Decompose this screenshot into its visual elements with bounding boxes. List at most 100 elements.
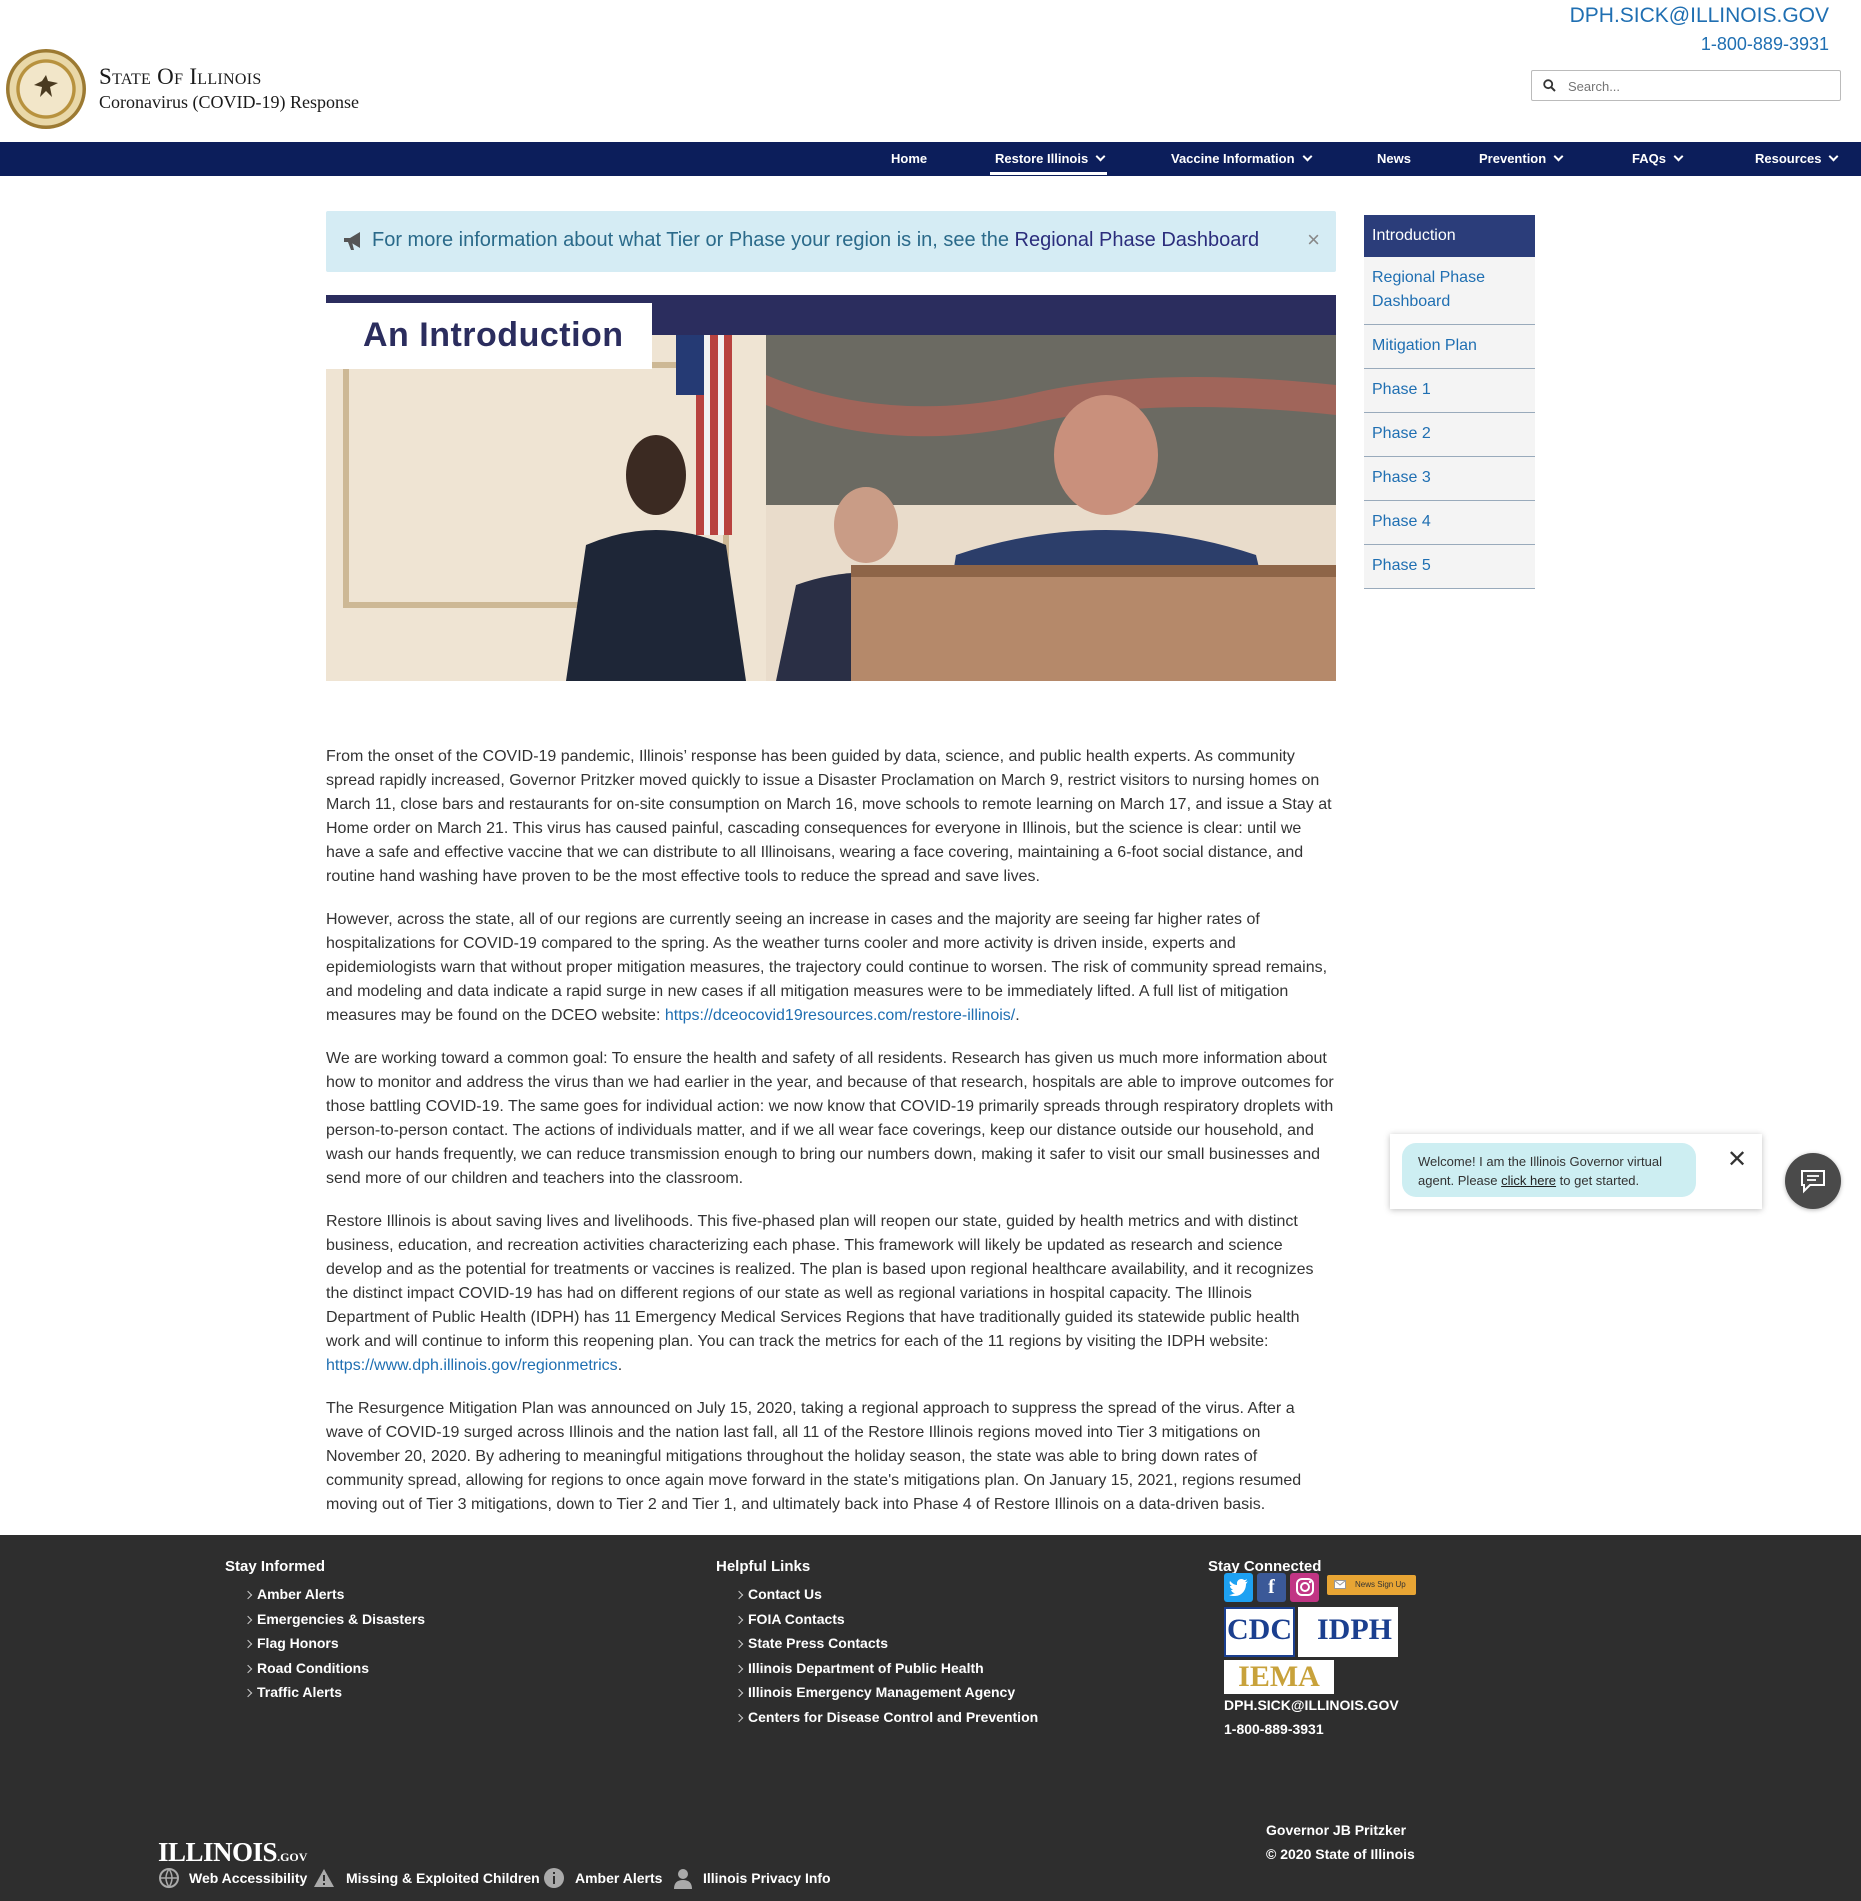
search-icon[interactable] [1543, 79, 1556, 92]
site-footer: Stay Informed Amber Alerts Emergencies &… [0, 1535, 1861, 1901]
nav-resources[interactable]: Resources [1755, 142, 1839, 176]
chevron-right-icon [243, 1689, 253, 1698]
sidebar-item-phase-2[interactable]: Phase 2 [1364, 413, 1535, 457]
chat-welcome-message: Welcome! I am the Illinois Governor virt… [1402, 1143, 1696, 1197]
footer-link-label: Centers for Disease Control and Preventi… [748, 1708, 1039, 1725]
virtual-agent-popup: Welcome! I am the Illinois Governor virt… [1390, 1134, 1762, 1209]
illinois-gov-logo[interactable]: ILLINOIS.GOV [158, 1837, 307, 1868]
contact-email-link[interactable]: DPH.SICK@ILLINOIS.GOV [1570, 4, 1829, 28]
press-conference-photo [326, 335, 1336, 681]
footer-link-road-conditions[interactable]: Road Conditions [243, 1656, 425, 1681]
governor-name: Governor JB Pritzker [1266, 1822, 1407, 1838]
bottom-amber-alerts-link[interactable]: Amber Alerts [575, 1870, 662, 1886]
user-icon [674, 1869, 692, 1889]
info-icon [544, 1868, 564, 1888]
search-input[interactable] [1568, 76, 1828, 96]
nav-vaccine-information[interactable]: Vaccine Information [1171, 142, 1312, 176]
chevron-right-icon [734, 1664, 744, 1674]
chat-click-here-link[interactable]: click here [1501, 1173, 1556, 1188]
idph-logo[interactable]: IDPH [1298, 1607, 1398, 1657]
footer-link-label: FOIA Contacts [748, 1610, 845, 1627]
nav-faqs-label: FAQs [1632, 151, 1666, 166]
instagram-icon[interactable] [1290, 1573, 1319, 1602]
footer-link-contact-us[interactable]: Contact Us [734, 1582, 1038, 1607]
contact-phone-link[interactable]: 1-800-889-3931 [1701, 34, 1829, 55]
illinois-gov-wordmark: ILLINOIS [158, 1837, 278, 1867]
footer-link-traffic-alerts[interactable]: Traffic Alerts [243, 1680, 425, 1705]
missing-children-link[interactable]: Missing & Exploited Children [346, 1870, 540, 1886]
footer-link-emergencies[interactable]: Emergencies & Disasters [243, 1607, 425, 1632]
nav-restore-illinois-label: Restore Illinois [995, 151, 1089, 166]
alert-text: For more information about what Tier or … [372, 229, 1259, 252]
nav-prevention[interactable]: Prevention [1479, 142, 1564, 176]
main-navigation: Home Restore Illinois Vaccine Informatio… [0, 142, 1861, 176]
chat-close-button[interactable]: ✕ [1727, 1148, 1747, 1172]
chevron-down-icon [1095, 151, 1106, 162]
news-signup-button[interactable]: News Sign Up [1327, 1575, 1416, 1595]
chevron-right-icon [243, 1639, 253, 1649]
footer-link-idph[interactable]: Illinois Department of Public Health [734, 1656, 1038, 1681]
paragraph-text: Restore Illinois is about saving lives a… [326, 1213, 1314, 1350]
paragraph-end: . [617, 1357, 623, 1374]
illinois-gov-suffix: .GOV [277, 1850, 308, 1864]
chevron-right-icon [734, 1615, 744, 1624]
sidebar-item-regional-phase-dashboard[interactable]: Regional Phase Dashboard [1364, 257, 1535, 325]
regional-phase-dashboard-link[interactable]: Regional Phase Dashboard [1015, 229, 1260, 251]
sidebar-item-phase-1[interactable]: Phase 1 [1364, 369, 1535, 413]
footer-link-label: Traffic Alerts [257, 1684, 343, 1701]
chat-launcher-button[interactable] [1785, 1153, 1841, 1209]
warning-icon [314, 1869, 334, 1887]
page-title: An Introduction [363, 316, 624, 354]
footer-link-foia-contacts[interactable]: FOIA Contacts [734, 1607, 1038, 1632]
nav-faqs[interactable]: FAQs [1632, 142, 1684, 176]
footer-link-label: Flag Honors [257, 1635, 339, 1652]
paragraph: The Resurgence Mitigation Plan was annou… [326, 1400, 1302, 1513]
privacy-info-link[interactable]: Illinois Privacy Info [703, 1870, 831, 1886]
site-subtitle: Coronavirus (COVID-19) Response [99, 92, 359, 112]
hero-banner: An Introduction [326, 295, 1336, 681]
footer-contact-phone[interactable]: 1-800-889-3931 [1224, 1721, 1324, 1737]
alert-message: For more information about what Tier or … [372, 229, 1015, 251]
footer-link-state-press-contacts[interactable]: State Press Contacts [734, 1631, 1038, 1656]
chevron-right-icon [734, 1689, 744, 1698]
chevron-down-icon [1302, 151, 1312, 162]
footer-link-amber-alerts[interactable]: Amber Alerts [243, 1582, 425, 1607]
news-signup-label: News Sign Up [1355, 1580, 1406, 1589]
copyright: © 2020 State of Illinois [1266, 1846, 1415, 1862]
alert-close-button[interactable]: × [1307, 229, 1320, 251]
iema-logo[interactable]: IEMA [1224, 1660, 1334, 1694]
eagle-icon [34, 75, 58, 97]
nav-home-label: Home [891, 151, 928, 166]
sidebar-item-phase-3[interactable]: Phase 3 [1364, 457, 1535, 501]
facebook-icon[interactable]: f [1257, 1573, 1286, 1602]
sidebar-item-phase-5[interactable]: Phase 5 [1364, 545, 1535, 589]
web-accessibility-link[interactable]: Web Accessibility [189, 1870, 307, 1886]
nav-restore-illinois[interactable]: Restore Illinois [995, 142, 1106, 176]
sidebar-item-mitigation-plan[interactable]: Mitigation Plan [1364, 325, 1535, 369]
nav-resources-label: Resources [1755, 151, 1822, 166]
nav-active-indicator [990, 172, 1107, 175]
site-title[interactable]: State Of Illinois [99, 64, 262, 90]
nav-news[interactable]: News [1377, 142, 1411, 176]
search-box [1531, 70, 1841, 101]
state-seal-logo[interactable] [6, 49, 86, 129]
cdc-logo[interactable]: CDC [1224, 1607, 1295, 1657]
nav-home[interactable]: Home [891, 142, 927, 176]
stay-informed-heading: Stay Informed [225, 1558, 326, 1575]
globe-icon [159, 1868, 179, 1889]
footer-link-cdc[interactable]: Centers for Disease Control and Preventi… [734, 1705, 1039, 1730]
dceo-link[interactable]: https://dceocovid19resources.com/restore… [665, 1007, 1015, 1024]
paragraph: However, across the state, all of our re… [326, 908, 1336, 1028]
footer-link-iema[interactable]: Illinois Emergency Management Agency [734, 1680, 1038, 1705]
footer-link-flag-honors[interactable]: Flag Honors [243, 1631, 425, 1656]
footer-link-label: Contact Us [748, 1586, 822, 1602]
helpful-links-heading: Helpful Links [716, 1558, 811, 1575]
chevron-right-icon [734, 1590, 744, 1600]
footer-contact-email[interactable]: DPH.SICK@ILLINOIS.GOV [1224, 1697, 1399, 1713]
hero-title-box: An Introduction [326, 303, 652, 369]
idph-region-metrics-link[interactable]: https://www.dph.illinois.gov/regionmetri… [326, 1357, 618, 1374]
instagram-camera-icon [1295, 1578, 1314, 1596]
sidebar-item-introduction[interactable]: Introduction [1364, 215, 1535, 257]
twitter-icon[interactable] [1224, 1573, 1253, 1602]
sidebar-item-phase-4[interactable]: Phase 4 [1364, 501, 1535, 545]
